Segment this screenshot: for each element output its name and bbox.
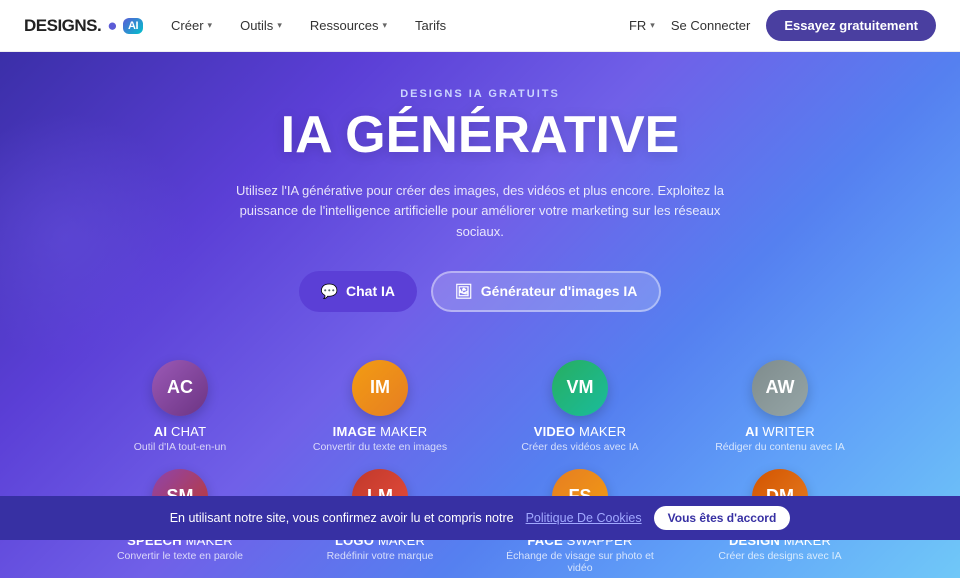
chat-ia-label: Chat IA xyxy=(346,283,395,299)
nav-ressources[interactable]: Ressources ▾ xyxy=(310,18,387,33)
hero-subtitle: DESIGNS IA GRATUITS xyxy=(400,88,560,100)
tool-desc-lm: Redéfinir votre marque xyxy=(327,550,434,562)
cookie-accept-button[interactable]: Vous êtes d'accord xyxy=(654,506,791,530)
image-generator-button[interactable]: Générateur d'images IA xyxy=(431,271,661,312)
image-icon xyxy=(455,283,473,300)
navbar: DESIGNS. ● AI Créer ▾ Outils ▾ Ressources… xyxy=(0,0,960,52)
cookie-policy-link[interactable]: Politique De Cookies xyxy=(526,511,642,525)
tool-item-vm[interactable]: VM VIDEO MAKER Créer des vidéos avec IA xyxy=(480,348,680,457)
tool-icon-aw: AW xyxy=(752,360,808,416)
hero-description: Utilisez l'IA générative pour créer des … xyxy=(220,181,740,243)
connect-button[interactable]: Se Connecter xyxy=(671,18,751,33)
tool-name-vm: VIDEO MAKER xyxy=(534,424,627,439)
tool-item-im[interactable]: IM IMAGE MAKER Convertir du texte en image… xyxy=(280,348,480,457)
nav-outils[interactable]: Outils ▾ xyxy=(240,18,282,33)
nav-tarifs-label: Tarifs xyxy=(415,18,446,33)
image-generator-label: Générateur d'images IA xyxy=(481,283,638,299)
tool-desc-fs: Échange de visage sur photo et vidéo xyxy=(496,550,664,574)
hero-title: IA GÉNÉRATIVE xyxy=(281,108,680,163)
navbar-left: DESIGNS. ● AI Créer ▾ Outils ▾ Ressources… xyxy=(24,16,446,36)
logo-text: DESIGNS. xyxy=(24,16,101,36)
navbar-right: FR ▾ Se Connecter Essayez gratuitement xyxy=(629,10,936,41)
tool-desc-vm: Créer des vidéos avec IA xyxy=(521,441,638,453)
nav-creer[interactable]: Créer ▾ xyxy=(171,18,212,33)
try-button[interactable]: Essayez gratuitement xyxy=(766,10,936,41)
tool-name-ac: AI CHAT xyxy=(154,424,206,439)
tool-item-aw[interactable]: AW AI WRITER Rédiger du contenu avec IA xyxy=(680,348,880,457)
tool-desc-dm: Créer des designs avec IA xyxy=(718,550,841,562)
chat-icon xyxy=(321,283,338,300)
tool-desc-im: Convertir du texte en images xyxy=(313,441,447,453)
chevron-down-icon: ▾ xyxy=(382,20,387,31)
tool-desc-aw: Rédiger du contenu avec IA xyxy=(715,441,845,453)
logo[interactable]: DESIGNS. ● AI xyxy=(24,16,143,36)
lang-label: FR xyxy=(629,18,646,33)
chevron-down-icon: ▾ xyxy=(277,20,282,31)
hero-buttons: Chat IA Générateur d'images IA xyxy=(299,271,662,312)
tool-desc-sm: Convertir le texte en parole xyxy=(117,550,243,562)
tool-desc-ac: Outil d'IA tout-en-un xyxy=(134,441,226,453)
language-selector[interactable]: FR ▾ xyxy=(629,18,655,33)
chevron-down-icon: ▾ xyxy=(208,20,213,31)
nav-ressources-label: Ressources xyxy=(310,18,379,33)
logo-ai-badge: AI xyxy=(123,18,143,34)
tool-name-aw: AI WRITER xyxy=(745,424,815,439)
tool-icon-ac: AC xyxy=(152,360,208,416)
nav-creer-label: Créer xyxy=(171,18,204,33)
logo-dot: ● xyxy=(107,16,117,36)
tool-icon-im: IM xyxy=(352,360,408,416)
tools-grid: AC AI CHAT Outil d'IA tout-en-un IM IMAGE MA… xyxy=(80,348,880,578)
cookie-text: En utilisant notre site, vous confirmez … xyxy=(170,511,514,525)
nav-tarifs[interactable]: Tarifs xyxy=(415,18,446,33)
chat-ia-button[interactable]: Chat IA xyxy=(299,271,417,312)
chevron-down-icon: ▾ xyxy=(650,20,655,31)
tool-icon-vm: VM xyxy=(552,360,608,416)
tool-name-im: IMAGE MAKER xyxy=(333,424,428,439)
nav-outils-label: Outils xyxy=(240,18,273,33)
tool-item-ac[interactable]: AC AI CHAT Outil d'IA tout-en-un xyxy=(80,348,280,457)
cookie-bar: En utilisant notre site, vous confirmez … xyxy=(0,496,960,540)
